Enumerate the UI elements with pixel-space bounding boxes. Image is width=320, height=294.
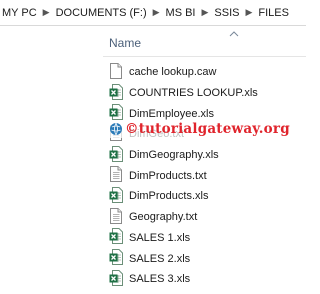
chevron-right-icon[interactable]: ▶	[245, 7, 252, 18]
file-name: Geography.txt	[129, 211, 198, 224]
file-name: SALES 2.xls	[129, 252, 191, 265]
file-item[interactable]: cache lookup.caw	[109, 62, 258, 83]
chevron-right-icon[interactable]: ▶	[201, 7, 208, 18]
file-item[interactable]: DimGeography.xls	[109, 145, 258, 166]
breadcrumb-item-ms-bi[interactable]: MS BI	[165, 7, 197, 19]
breadcrumb-item-files[interactable]: FILES	[257, 7, 290, 19]
file-name: DimProducts.txt	[129, 169, 207, 182]
file-list: cache lookup.caw COUNTRIES LOOKUP.xls Di…	[109, 62, 258, 290]
file-icon	[109, 62, 129, 82]
excel-file-icon	[109, 83, 129, 103]
file-name: DimEmployee.xls	[129, 107, 214, 120]
file-item[interactable]: Geography.txt	[109, 207, 258, 228]
file-item[interactable]: SALES 1.xls	[109, 228, 258, 249]
column-header-name[interactable]: Name	[109, 36, 141, 50]
text-file-icon	[109, 166, 129, 185]
file-item[interactable]: SALES 3.xls	[109, 269, 258, 290]
file-name: SALES 3.xls	[129, 273, 191, 286]
breadcrumb: MY PC ▶ DOCUMENTS (F:) ▶ MS BI ▶ SSIS ▶ …	[0, 0, 306, 26]
header-divider	[103, 56, 306, 57]
watermark: ©tutorialgateway.org	[109, 120, 290, 138]
breadcrumb-item-my-pc[interactable]: MY PC	[0, 7, 38, 19]
excel-file-icon	[109, 186, 129, 206]
chevron-right-icon[interactable]: ▶	[43, 7, 50, 18]
file-name: SALES 1.xls	[129, 231, 191, 244]
file-item[interactable]: DimProducts.txt	[109, 165, 258, 186]
excel-file-icon	[109, 269, 129, 289]
sort-up-icon	[229, 31, 239, 37]
breadcrumb-item-ssis[interactable]: SSIS	[213, 7, 240, 19]
chevron-right-icon[interactable]: ▶	[153, 7, 160, 18]
file-name: cache lookup.caw	[129, 66, 217, 79]
excel-file-icon	[109, 249, 129, 268]
breadcrumb-item-documents[interactable]: DOCUMENTS (F:)	[55, 7, 148, 19]
globe-logo-icon	[110, 122, 122, 136]
file-item[interactable]: COUNTRIES LOOKUP.xls	[109, 83, 258, 104]
file-name: DimProducts.xls	[129, 190, 209, 203]
text-file-icon	[109, 207, 129, 227]
file-name: COUNTRIES LOOKUP.xls	[129, 87, 258, 100]
excel-file-icon	[109, 228, 129, 247]
file-name: DimGeography.xls	[129, 149, 219, 162]
excel-file-icon	[109, 145, 129, 165]
file-item[interactable]: DimProducts.xls	[109, 186, 258, 207]
watermark-text: ©tutorialgateway.org	[125, 121, 290, 137]
file-item[interactable]: SALES 2.xls	[109, 248, 258, 269]
